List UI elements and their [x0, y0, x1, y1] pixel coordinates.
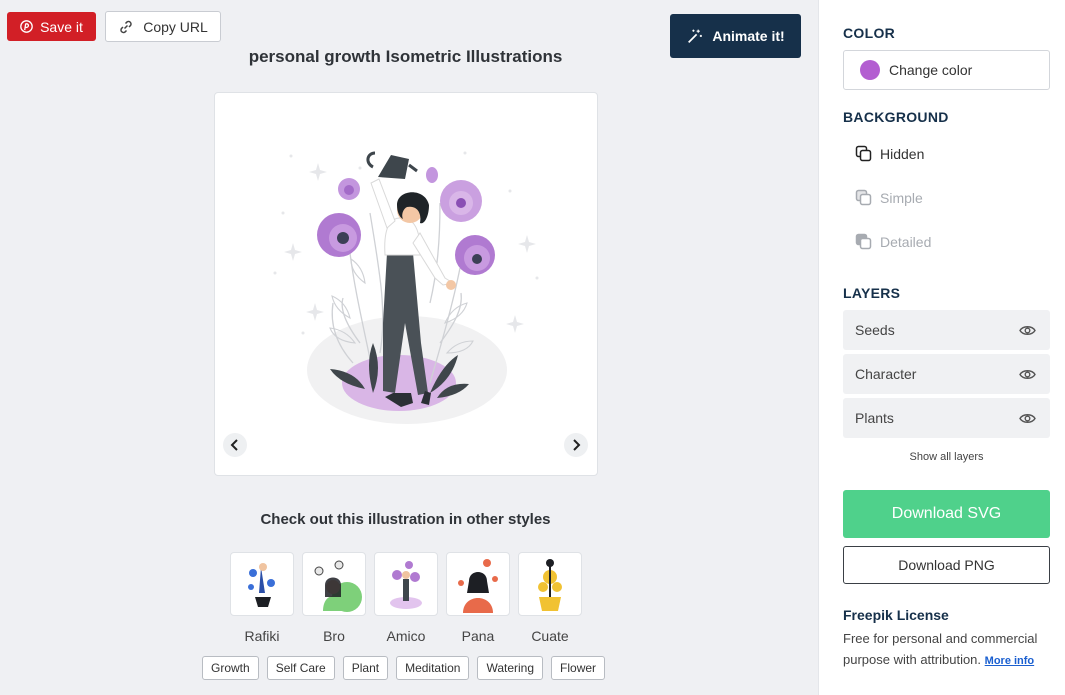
tag-meditation[interactable]: Meditation	[396, 656, 470, 680]
tag-self-care[interactable]: Self Care	[266, 656, 335, 680]
layers-squares-icon	[855, 189, 872, 206]
pinterest-icon	[20, 20, 33, 33]
tag-list: Growth Self Care Plant Meditation Wateri…	[202, 656, 606, 680]
rafiki-thumbnail-image	[248, 563, 275, 607]
style-label-pana: Pana	[461, 628, 495, 644]
background-heading: BACKGROUND	[843, 109, 949, 125]
change-color-label: Change color	[889, 62, 973, 78]
copy-url-button[interactable]: Copy URL	[105, 11, 221, 42]
style-thumbnail	[302, 552, 366, 616]
more-info-link[interactable]: More info	[985, 655, 1035, 667]
layers-squares-icon	[855, 145, 872, 162]
style-item-bro[interactable]: Bro	[302, 552, 366, 644]
layer-label: Plants	[855, 410, 894, 426]
other-styles-heading: Check out this illustration in other sty…	[260, 511, 551, 528]
layers-squares-icon	[855, 233, 872, 250]
background-option-label: Detailed	[880, 233, 932, 250]
style-item-cuate[interactable]: Cuate	[518, 552, 582, 644]
style-item-pana[interactable]: Pana	[446, 552, 510, 644]
background-option-hidden[interactable]: Hidden	[855, 145, 924, 162]
copy-url-label: Copy URL	[143, 18, 208, 35]
eye-icon[interactable]	[1019, 410, 1036, 427]
license-heading: Freepik License	[843, 607, 949, 623]
tag-flower[interactable]: Flower	[551, 656, 606, 680]
editor-side-panel: COLOR Change color BACKGROUND Hidden Sim…	[818, 0, 1065, 695]
illustration-preview	[214, 92, 598, 476]
chevron-left-icon	[230, 439, 238, 451]
layer-label: Character	[855, 366, 917, 382]
animate-it-label: Animate it!	[712, 28, 785, 44]
background-option-simple[interactable]: Simple	[855, 189, 923, 206]
style-item-rafiki[interactable]: Rafiki	[230, 552, 294, 644]
other-styles-list: Rafiki Bro Amico Pana Cuate	[230, 552, 582, 644]
previous-arrow-button[interactable]	[223, 433, 247, 457]
save-it-label: Save it	[40, 18, 83, 35]
style-label-bro: Bro	[323, 628, 345, 644]
background-option-label: Simple	[880, 189, 923, 206]
license-text: Free for personal and commercial purpose…	[843, 628, 1058, 672]
next-arrow-button[interactable]	[564, 433, 588, 457]
link-icon	[120, 20, 132, 33]
change-color-button[interactable]: Change color	[843, 50, 1050, 90]
style-thumbnail	[230, 552, 294, 616]
style-thumbnail	[374, 552, 438, 616]
page-title: personal growth Isometric Illustrations	[248, 47, 563, 66]
tag-plant[interactable]: Plant	[342, 656, 389, 680]
tag-growth[interactable]: Growth	[202, 656, 259, 680]
amico-thumbnail-image	[390, 561, 422, 609]
style-thumbnail	[518, 552, 582, 616]
layer-item-character[interactable]: Character	[843, 354, 1050, 394]
pana-thumbnail-image	[458, 559, 498, 613]
download-svg-button[interactable]: Download SVG	[843, 490, 1050, 538]
magic-wand-icon	[688, 29, 703, 43]
background-option-detailed[interactable]: Detailed	[855, 233, 931, 250]
style-label-amico: Amico	[386, 628, 426, 644]
save-it-button[interactable]: Save it	[7, 12, 96, 41]
bro-thumbnail-image	[314, 560, 362, 612]
cuate-thumbnail-image	[538, 559, 562, 611]
background-option-label: Hidden	[880, 145, 925, 162]
style-item-amico[interactable]: Amico	[374, 552, 438, 644]
color-swatch	[860, 60, 880, 80]
tag-watering[interactable]: Watering	[477, 656, 544, 680]
main-area: Save it Copy URL Animate it! personal gr…	[0, 0, 818, 695]
layers-heading: LAYERS	[843, 285, 901, 301]
style-thumbnail	[446, 552, 510, 616]
personal-growth-illustration	[273, 151, 539, 424]
download-png-button[interactable]: Download PNG	[843, 546, 1050, 584]
layer-item-seeds[interactable]: Seeds	[843, 310, 1050, 350]
style-label-rafiki: Rafiki	[244, 628, 280, 644]
eye-icon[interactable]	[1019, 322, 1036, 339]
style-label-cuate: Cuate	[531, 628, 569, 644]
color-heading: COLOR	[843, 25, 896, 41]
layer-label: Seeds	[855, 322, 895, 338]
layer-item-plants[interactable]: Plants	[843, 398, 1050, 438]
eye-icon[interactable]	[1019, 366, 1036, 383]
chevron-right-icon	[573, 439, 581, 451]
show-all-layers-link[interactable]: Show all layers	[843, 451, 1050, 463]
